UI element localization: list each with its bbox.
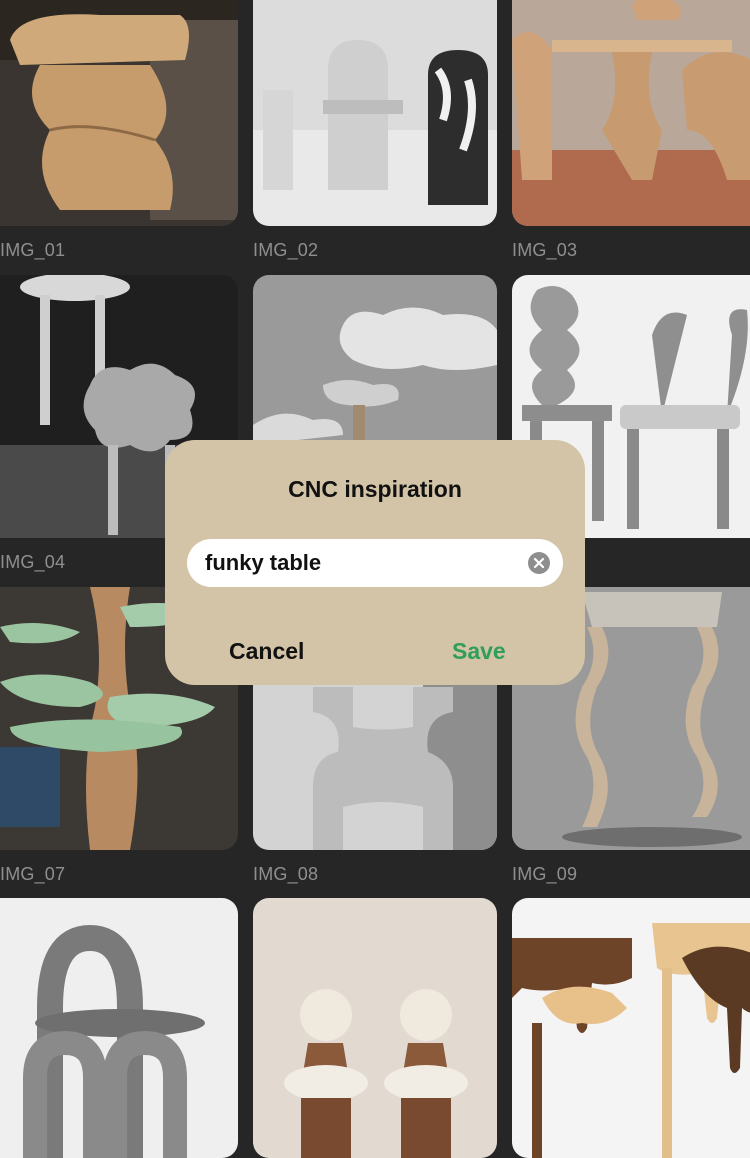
- collection-name-field: [187, 539, 563, 587]
- clear-text-button[interactable]: [528, 552, 550, 574]
- save-collection-dialog: CNC inspiration Cancel Save: [165, 440, 585, 685]
- photo-thumbnail[interactable]: [253, 898, 497, 1158]
- dripping-puzzle-tables-image: [512, 898, 750, 1158]
- arch-loop-chair-image: [0, 898, 238, 1158]
- photo-caption: IMG_07: [0, 864, 66, 884]
- photo-caption: IMG_03: [512, 240, 578, 260]
- photo-caption: IMG_08: [253, 864, 319, 884]
- photo-caption: IMG_01: [0, 240, 66, 260]
- animal-shaped-furniture-image: [512, 0, 750, 226]
- photo-caption: IMG_09: [512, 864, 578, 884]
- white-and-black-chairs-image: [253, 0, 497, 226]
- photo-thumbnail[interactable]: [0, 0, 238, 226]
- dialog-title: CNC inspiration: [288, 476, 462, 502]
- photo-thumbnail[interactable]: [253, 0, 497, 226]
- photo-caption: IMG_02: [253, 240, 319, 260]
- photo-thumbnail[interactable]: [0, 898, 238, 1158]
- photo-thumbnail[interactable]: [512, 0, 750, 226]
- boucle-chairs-image: [253, 898, 497, 1158]
- photo-thumbnail[interactable]: [512, 898, 750, 1158]
- save-button[interactable]: Save: [452, 638, 506, 665]
- cancel-button[interactable]: Cancel: [229, 638, 304, 665]
- clear-x-icon: [533, 557, 545, 569]
- wooden-squiggle-stool-image: [0, 0, 238, 226]
- collection-name-input[interactable]: [205, 539, 505, 587]
